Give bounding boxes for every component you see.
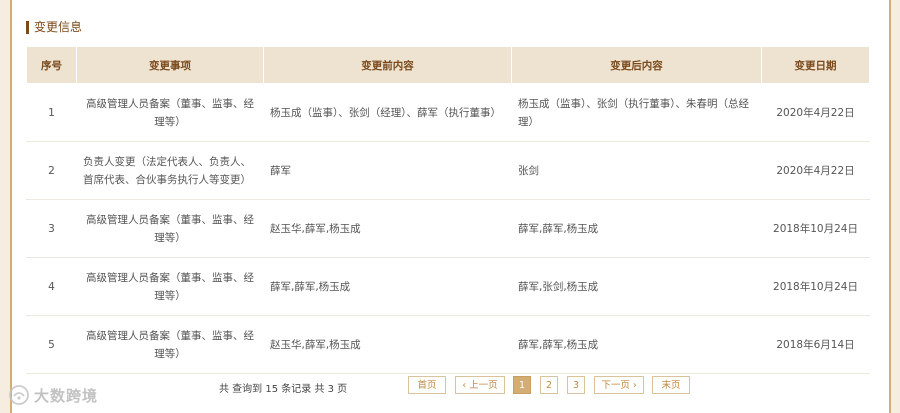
row-change-item: 负责人变更（法定代表人、负责人、首席代表、合伙事务执行人等变更） [76, 141, 264, 200]
row-after: 薛军,张剑,杨玉成 [511, 257, 762, 316]
header-before: 变更前内容 [263, 46, 512, 84]
left-frame-background [0, 0, 10, 413]
row-index: 2 [26, 141, 77, 200]
first-page-button[interactable]: 首页 [408, 376, 446, 394]
header-change-item: 变更事项 [76, 46, 264, 84]
row-before: 薛军,薛军,杨玉成 [263, 257, 512, 316]
row-date: 2020年4月22日 [761, 141, 870, 200]
row-after: 薛军,薛军,杨玉成 [511, 199, 762, 258]
table-row: 4 高级管理人员备案（董事、监事、经理等） 薛军,薛军,杨玉成 薛军,张剑,杨玉… [26, 257, 870, 316]
pagination: 共 查询到 15 条记录 共 3 页 首页 ‹ 上一页 1 2 3 下一页 › … [0, 376, 900, 398]
row-date: 2018年10月24日 [761, 199, 870, 258]
last-page-button[interactable]: 末页 [652, 376, 690, 394]
row-before: 赵玉华,薛军,杨玉成 [263, 199, 512, 258]
left-frame-border [10, 0, 12, 413]
row-change-item: 高级管理人员备案（董事、监事、经理等） [76, 257, 264, 316]
pagination-summary: 共 查询到 15 条记录 共 3 页 [219, 384, 348, 395]
change-records-table: 序号 变更事项 变更前内容 变更后内容 变更日期 1 高级管理人员备案（董事、监… [26, 46, 870, 374]
section-header: 变更信息 [26, 18, 82, 36]
row-after: 张剑 [511, 141, 762, 200]
row-date: 2018年6月14日 [761, 315, 870, 374]
row-change-item: 高级管理人员备案（董事、监事、经理等） [76, 315, 264, 374]
table-row: 1 高级管理人员备案（董事、监事、经理等） 杨玉成（监事）、张剑（经理）、薛军（… [26, 83, 870, 142]
section-title: 变更信息 [34, 20, 83, 34]
table-row: 2 负责人变更（法定代表人、负责人、首席代表、合伙事务执行人等变更） 薛军 张剑… [26, 141, 870, 200]
row-change-item: 高级管理人员备案（董事、监事、经理等） [76, 83, 264, 142]
row-after: 薛军,薛军,杨玉成 [511, 315, 762, 374]
table-row: 3 高级管理人员备案（董事、监事、经理等） 赵玉华,薛军,杨玉成 薛军,薛军,杨… [26, 199, 870, 258]
row-date: 2018年10月24日 [761, 257, 870, 316]
row-index: 3 [26, 199, 77, 258]
table-row: 5 高级管理人员备案（董事、监事、经理等） 赵玉华,薛军,杨玉成 薛军,薛军,杨… [26, 315, 870, 374]
row-before: 赵玉华,薛军,杨玉成 [263, 315, 512, 374]
right-frame-background [891, 0, 900, 413]
row-before: 杨玉成（监事）、张剑（经理）、薛军（执行董事） [263, 83, 512, 142]
watermark-text: 大数跨境 [34, 386, 99, 405]
row-after: 杨玉成（监事）、张剑（执行董事）、朱春明（总经理） [511, 83, 762, 142]
header-date: 变更日期 [761, 46, 870, 84]
page-3-button[interactable]: 3 [567, 376, 585, 394]
next-page-button[interactable]: 下一页 › [594, 376, 644, 394]
row-index: 5 [26, 315, 77, 374]
watermark: 大数跨境 [8, 384, 98, 406]
title-accent-bar [26, 20, 29, 34]
page-2-button[interactable]: 2 [540, 376, 558, 394]
row-date: 2020年4月22日 [761, 83, 870, 142]
table-header-row: 序号 变更事项 变更前内容 变更后内容 变更日期 [26, 46, 870, 84]
prev-page-button[interactable]: ‹ 上一页 [455, 376, 505, 394]
brand-logo-icon [9, 385, 29, 405]
row-change-item: 高级管理人员备案（董事、监事、经理等） [76, 199, 264, 258]
row-index: 4 [26, 257, 77, 316]
row-before: 薛军 [263, 141, 512, 200]
row-index: 1 [26, 83, 77, 142]
header-after: 变更后内容 [511, 46, 762, 84]
header-index: 序号 [26, 46, 77, 84]
page-1-button[interactable]: 1 [513, 376, 531, 394]
